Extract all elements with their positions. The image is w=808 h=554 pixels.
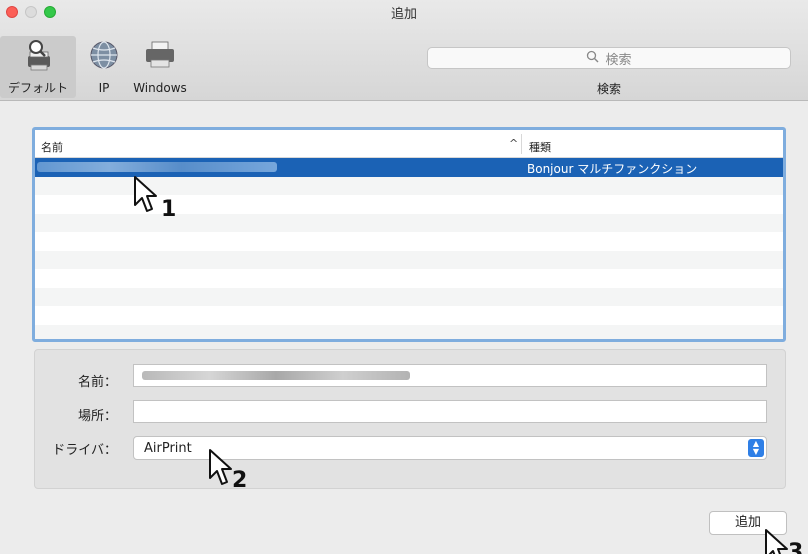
- printer-details-panel: 名前： 場所： ドライバ： AirPrint ▲ ▼: [34, 349, 786, 489]
- search-input[interactable]: 検索: [427, 47, 791, 69]
- search-icon: [586, 50, 599, 67]
- column-header-name[interactable]: 名前: [41, 139, 63, 155]
- sort-ascending-icon: ^: [509, 137, 519, 150]
- list-header: 名前 ^ 種類: [35, 130, 783, 158]
- default-printer-icon: [0, 36, 76, 74]
- toolbar-windows-button[interactable]: Windows: [128, 36, 192, 98]
- location-field[interactable]: [133, 400, 767, 423]
- cursor-arrow-icon: [134, 176, 157, 212]
- blurred-name-value: [142, 371, 410, 380]
- blurred-printer-name: [37, 162, 277, 172]
- callout-number: 1: [161, 197, 177, 222]
- toolbar-default-button[interactable]: デフォルト: [0, 36, 76, 98]
- windows-printer-icon: [128, 36, 192, 74]
- callout-pointer-2: 2: [208, 448, 247, 493]
- toolbar-default-label: デフォルト: [7, 81, 68, 95]
- name-label: 名前：: [77, 375, 117, 390]
- callout-pointer-1: 1: [133, 175, 176, 222]
- toolbar-ip-button[interactable]: IP: [82, 36, 126, 98]
- driver-select-value: AirPrint: [144, 441, 192, 456]
- location-label: 場所：: [77, 409, 117, 424]
- callout-number: 2: [232, 468, 248, 493]
- driver-label: ドライバ：: [52, 443, 117, 458]
- printer-list[interactable]: 名前 ^ 種類 Bonjour マルチファンクション: [32, 127, 786, 342]
- toolbar-windows-label: Windows: [133, 81, 187, 95]
- column-divider: [521, 134, 522, 154]
- toolbar-ip-label: IP: [98, 81, 110, 95]
- table-row-empty: [35, 232, 783, 251]
- chevron-up-down-icon: ▲ ▼: [748, 439, 764, 457]
- table-row-empty: [35, 269, 783, 288]
- table-row[interactable]: Bonjour マルチファンクション: [35, 158, 783, 177]
- search-placeholder: 検索: [605, 52, 632, 68]
- row-kind: Bonjour マルチファンクション: [527, 162, 698, 176]
- callout-pointer-3: 3: [764, 528, 803, 554]
- cursor-arrow-icon: [765, 529, 788, 554]
- column-header-kind[interactable]: 種類: [529, 139, 551, 155]
- table-row-empty: [35, 306, 783, 325]
- window-title: 追加: [390, 7, 417, 22]
- table-row-empty: [35, 324, 783, 339]
- cursor-arrow-icon: [209, 449, 232, 485]
- globe-icon: [82, 36, 126, 74]
- name-field[interactable]: [133, 364, 767, 387]
- search-caption: 検索: [596, 82, 621, 96]
- table-row-empty: [35, 250, 783, 269]
- window-toolbar: 追加 デフォルト IP Windows 検索 検索: [0, 0, 808, 101]
- table-row-empty: [35, 287, 783, 306]
- callout-number: 3: [788, 540, 804, 554]
